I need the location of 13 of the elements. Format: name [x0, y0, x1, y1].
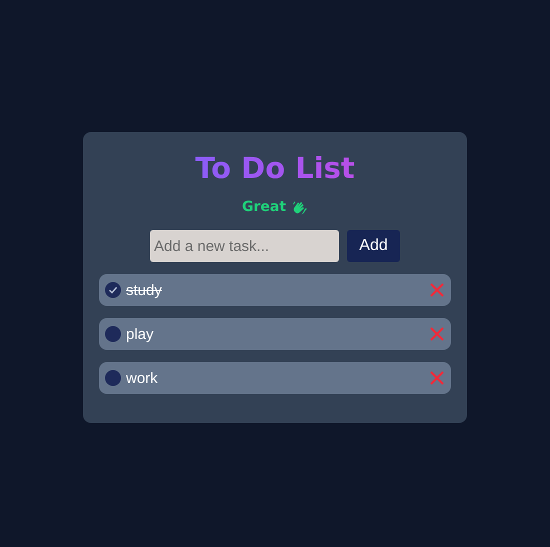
- checkbox[interactable]: [105, 326, 121, 342]
- checkbox[interactable]: [105, 370, 121, 386]
- new-task-input[interactable]: Add a new task...: [150, 230, 339, 262]
- checkbox[interactable]: [105, 282, 121, 298]
- status-message: Great: [242, 199, 286, 215]
- close-icon: [429, 370, 445, 386]
- add-button[interactable]: Add: [347, 230, 400, 262]
- task-label: work: [126, 370, 159, 386]
- checkmark-icon: [108, 285, 118, 295]
- close-icon: [429, 326, 445, 342]
- task-label: study: [126, 282, 163, 298]
- task-label: play: [126, 326, 155, 342]
- close-icon: [429, 282, 445, 298]
